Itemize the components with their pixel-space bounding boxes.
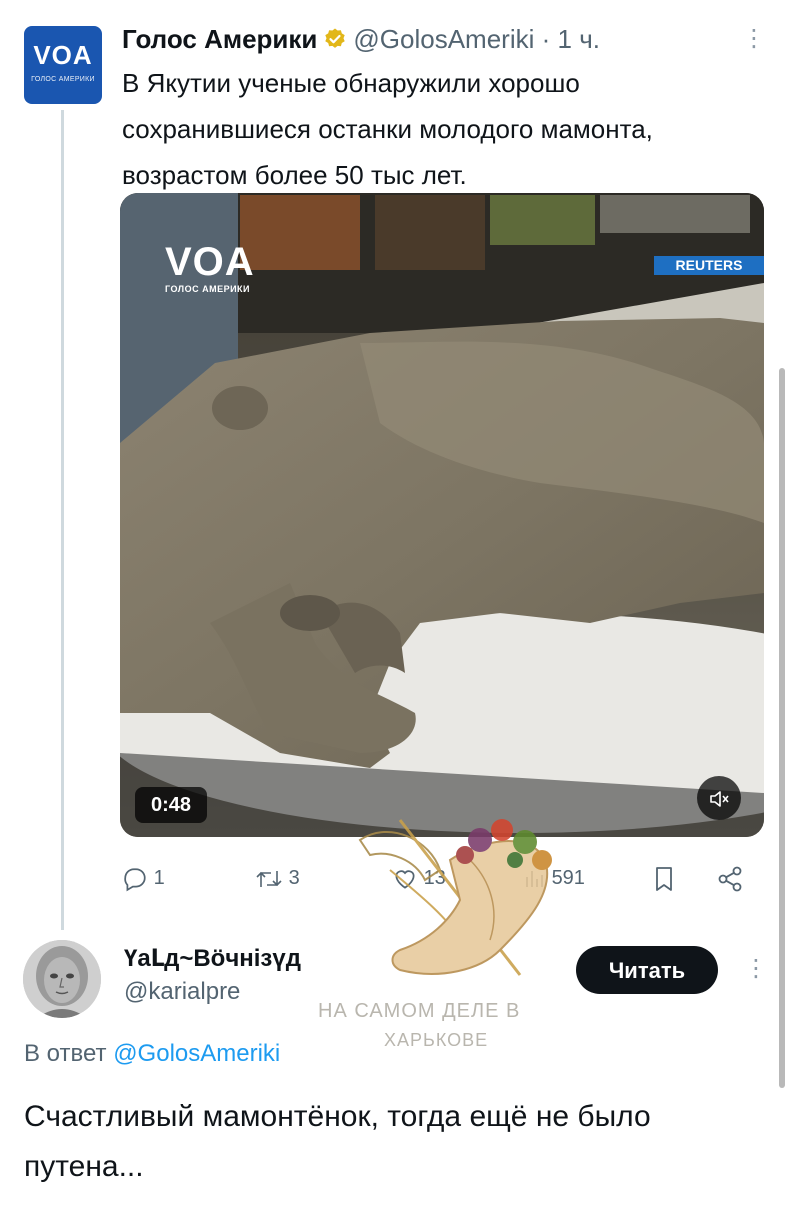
- reply-mention-link[interactable]: @GolosAmeriki: [113, 1040, 280, 1067]
- follow-button[interactable]: Читать: [576, 946, 718, 994]
- reply-text: Счастливый мамонтёнок, тогда ещё не было…: [24, 1100, 651, 1183]
- author-handle[interactable]: @GolosAmeriki: [353, 24, 534, 54]
- repost-button[interactable]: 3: [255, 860, 300, 896]
- watermark-line-2: ХАРЬКОВЕ: [384, 1030, 489, 1050]
- repost-icon: [256, 870, 282, 887]
- reply-author-name[interactable]: ҮаԼд~Вӧчнiзүд: [124, 944, 301, 973]
- reply-author-handle[interactable]: @karialpre: [124, 978, 240, 1006]
- reply-icon: [124, 868, 146, 892]
- reply-author-avatar[interactable]: [23, 940, 101, 1018]
- bookmark-icon[interactable]: [652, 860, 676, 896]
- separator-dot: ·: [541, 24, 551, 54]
- tweet-time[interactable]: 1 ч.: [558, 24, 600, 54]
- thread-line: [61, 110, 64, 930]
- repost-count: 3: [288, 867, 300, 889]
- tweet-header: Голос Америки @GolosAmeriki · 1 ч.: [122, 22, 600, 59]
- cornucopia-watermark-icon: [330, 800, 570, 1000]
- more-vertical-icon[interactable]: ⋮: [744, 954, 768, 984]
- scrollbar[interactable]: [779, 368, 785, 1088]
- reply-count: 1: [153, 867, 165, 889]
- tweet-text: В Якутии ученые обнаружили хорошо сохран…: [122, 68, 653, 190]
- voa-logo-subtitle: ГОЛОС АМЕРИКИ: [31, 76, 95, 83]
- speaker-muted-icon[interactable]: [697, 776, 741, 820]
- video-voa-watermark-subtitle: ГОЛОС АМЕРИКИ: [165, 284, 251, 294]
- voa-logo: VOA: [33, 40, 93, 70]
- verified-badge-icon: [323, 25, 347, 59]
- author-avatar[interactable]: VOA ГОЛОС АМЕРИКИ: [24, 26, 102, 104]
- video-duration: 0:48: [135, 787, 207, 823]
- reply-prefix: В ответ: [24, 1040, 107, 1067]
- author-name[interactable]: Голос Америки: [122, 24, 317, 54]
- video-voa-watermark: VOA: [165, 240, 255, 284]
- share-icon[interactable]: [716, 860, 744, 896]
- reuters-tag: REUTERS: [654, 256, 764, 275]
- replying-to: В ответ @GolosAmeriki: [24, 1040, 280, 1068]
- reply-button[interactable]: 1: [122, 860, 165, 896]
- avatar-face-image: [23, 940, 101, 1018]
- watermark-line-1: НА САМОМ ДЕЛЕ В: [318, 1000, 521, 1022]
- more-vertical-icon[interactable]: ⋮: [742, 24, 766, 54]
